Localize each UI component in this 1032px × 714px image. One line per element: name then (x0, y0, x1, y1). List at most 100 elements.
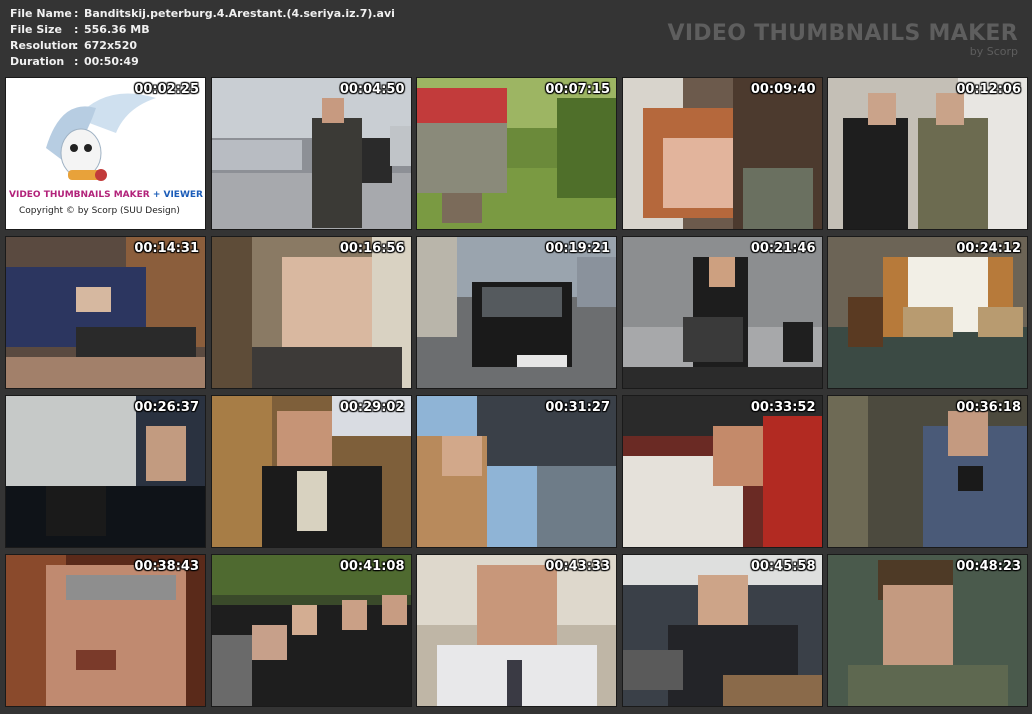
thumbnail: 00:12:06 (827, 77, 1028, 230)
frame-region (417, 237, 457, 337)
timestamp-label: 00:21:46 (750, 241, 816, 256)
thumbnail: 00:36:18 (827, 395, 1028, 548)
frame-region (341, 600, 367, 630)
resolution-label: Resolution (10, 39, 77, 52)
thumbnail: 00:29:02 (210, 395, 412, 548)
video-frame-image (211, 396, 411, 547)
frame-region (662, 138, 733, 208)
frame-region (211, 635, 252, 706)
video-frame-image (828, 396, 1027, 547)
frame-region (76, 650, 116, 670)
timestamp-label: 00:04:50 (339, 82, 405, 97)
frame-region (321, 98, 344, 123)
thumbnail: VIDEO THUMBNAILS MAKER + VIEWER Copyright… (5, 77, 206, 230)
thumbnail: 00:31:27 (416, 395, 617, 548)
brand-subtitle: by Scorp (969, 45, 1018, 58)
frame-region (936, 93, 964, 125)
frame-region (828, 396, 868, 547)
frame-region (46, 486, 106, 536)
frame-region (848, 665, 1008, 706)
frame-region (417, 123, 507, 193)
thumbnail: 00:33:52 (621, 395, 823, 548)
duration-label: Duration (10, 55, 65, 68)
video-frame-image (211, 78, 411, 229)
file-name-value: Banditskij.peterburg.4.Arestant.(4.seriy… (84, 7, 395, 20)
thumbnail: 00:24:12 (827, 236, 1028, 389)
frame-region (251, 347, 402, 388)
timestamp-label: 00:33:52 (750, 400, 816, 415)
video-frame-image (417, 78, 616, 229)
brand-watermark: VIDEO THUMBNAILS MAKER by Scorp (668, 22, 1019, 58)
video-frame-image (622, 78, 822, 229)
frame-region (848, 297, 883, 347)
frame-region (389, 126, 411, 166)
video-frame-image (622, 555, 822, 706)
frame-region (251, 625, 287, 660)
thumbnail: 00:41:08 (210, 554, 412, 707)
frame-region (622, 367, 822, 388)
frame-region (442, 193, 482, 223)
frame-region (482, 287, 562, 317)
logo-copyright: Copyright © by Scorp (SUU Design) (19, 206, 180, 216)
timestamp-label: 00:24:12 (956, 241, 1021, 256)
timestamp-label: 00:41:08 (339, 559, 405, 574)
frame-region (291, 605, 317, 635)
logo-title: VIDEO THUMBNAILS MAKER + VIEWER (9, 190, 203, 200)
video-frame-image (6, 237, 205, 388)
video-frame-image (417, 396, 616, 547)
timestamp-label: 00:38:43 (134, 559, 199, 574)
frame-region (742, 168, 813, 229)
frame-region (146, 426, 186, 481)
file-name-label: File Name (10, 7, 72, 20)
file-name-row: File Name : Banditskij.peterburg.4.Arest… (10, 6, 395, 22)
file-size-label: File Size (10, 23, 62, 36)
frame-region (442, 436, 482, 476)
video-frame-image (211, 555, 411, 706)
timestamp-label: 00:19:21 (545, 241, 610, 256)
logo-title-viewer: + VIEWER (149, 190, 203, 200)
thumbnail: 00:45:58 (621, 554, 823, 707)
video-frame-image (6, 396, 205, 547)
timestamp-label: 00:09:40 (750, 82, 816, 97)
thumbnail-grid: VIDEO THUMBNAILS MAKER + VIEWER Copyright… (5, 77, 1028, 707)
thumbnail-sheet: File Name : Banditskij.peterburg.4.Arest… (0, 0, 1032, 714)
frame-region (883, 585, 953, 670)
timestamp-label: 00:45:58 (750, 559, 816, 574)
timestamp-label: 00:26:37 (134, 400, 199, 415)
frame-region (361, 138, 392, 183)
timestamp-label: 00:07:15 (545, 82, 610, 97)
frame-region (958, 466, 983, 491)
resolution-row: Resolution : 672x520 (10, 38, 395, 54)
frame-region (903, 307, 953, 337)
thumbnail: 00:04:50 (210, 77, 412, 230)
frame-region (722, 675, 822, 706)
frame-region (782, 322, 813, 362)
video-frame-image (211, 237, 411, 388)
timestamp-label: 00:48:23 (956, 559, 1021, 574)
logo-title-main: VIDEO THUMBNAILS MAKER (9, 190, 150, 200)
video-frame-image (622, 396, 822, 547)
brand-title: VIDEO THUMBNAILS MAKER (667, 21, 1018, 46)
thumbnail: 00:38:43 (5, 554, 206, 707)
video-frame-image (622, 237, 822, 388)
thumbnail: 00:14:31 (5, 236, 206, 389)
separator: : (74, 7, 79, 20)
frame-region (868, 93, 896, 125)
thumbnail: 00:21:46 (621, 236, 823, 389)
timestamp-label: 00:36:18 (956, 400, 1021, 415)
frame-region (918, 118, 988, 229)
frame-region (211, 237, 252, 388)
file-size-row: File Size : 556.36 MB (10, 22, 395, 38)
file-size-value: 556.36 MB (84, 23, 150, 36)
thumbnail: 00:43:33 (416, 554, 617, 707)
thumbnail: 00:19:21 (416, 236, 617, 389)
timestamp-label: 00:16:56 (339, 241, 405, 256)
frame-region (843, 118, 908, 229)
frame-region (66, 575, 176, 600)
frame-region (622, 650, 683, 690)
thumbnail: 00:26:37 (5, 395, 206, 548)
timestamp-label: 00:31:27 (545, 400, 610, 415)
frame-region (507, 660, 522, 706)
frame-region (6, 357, 205, 388)
frame-region (517, 355, 567, 367)
